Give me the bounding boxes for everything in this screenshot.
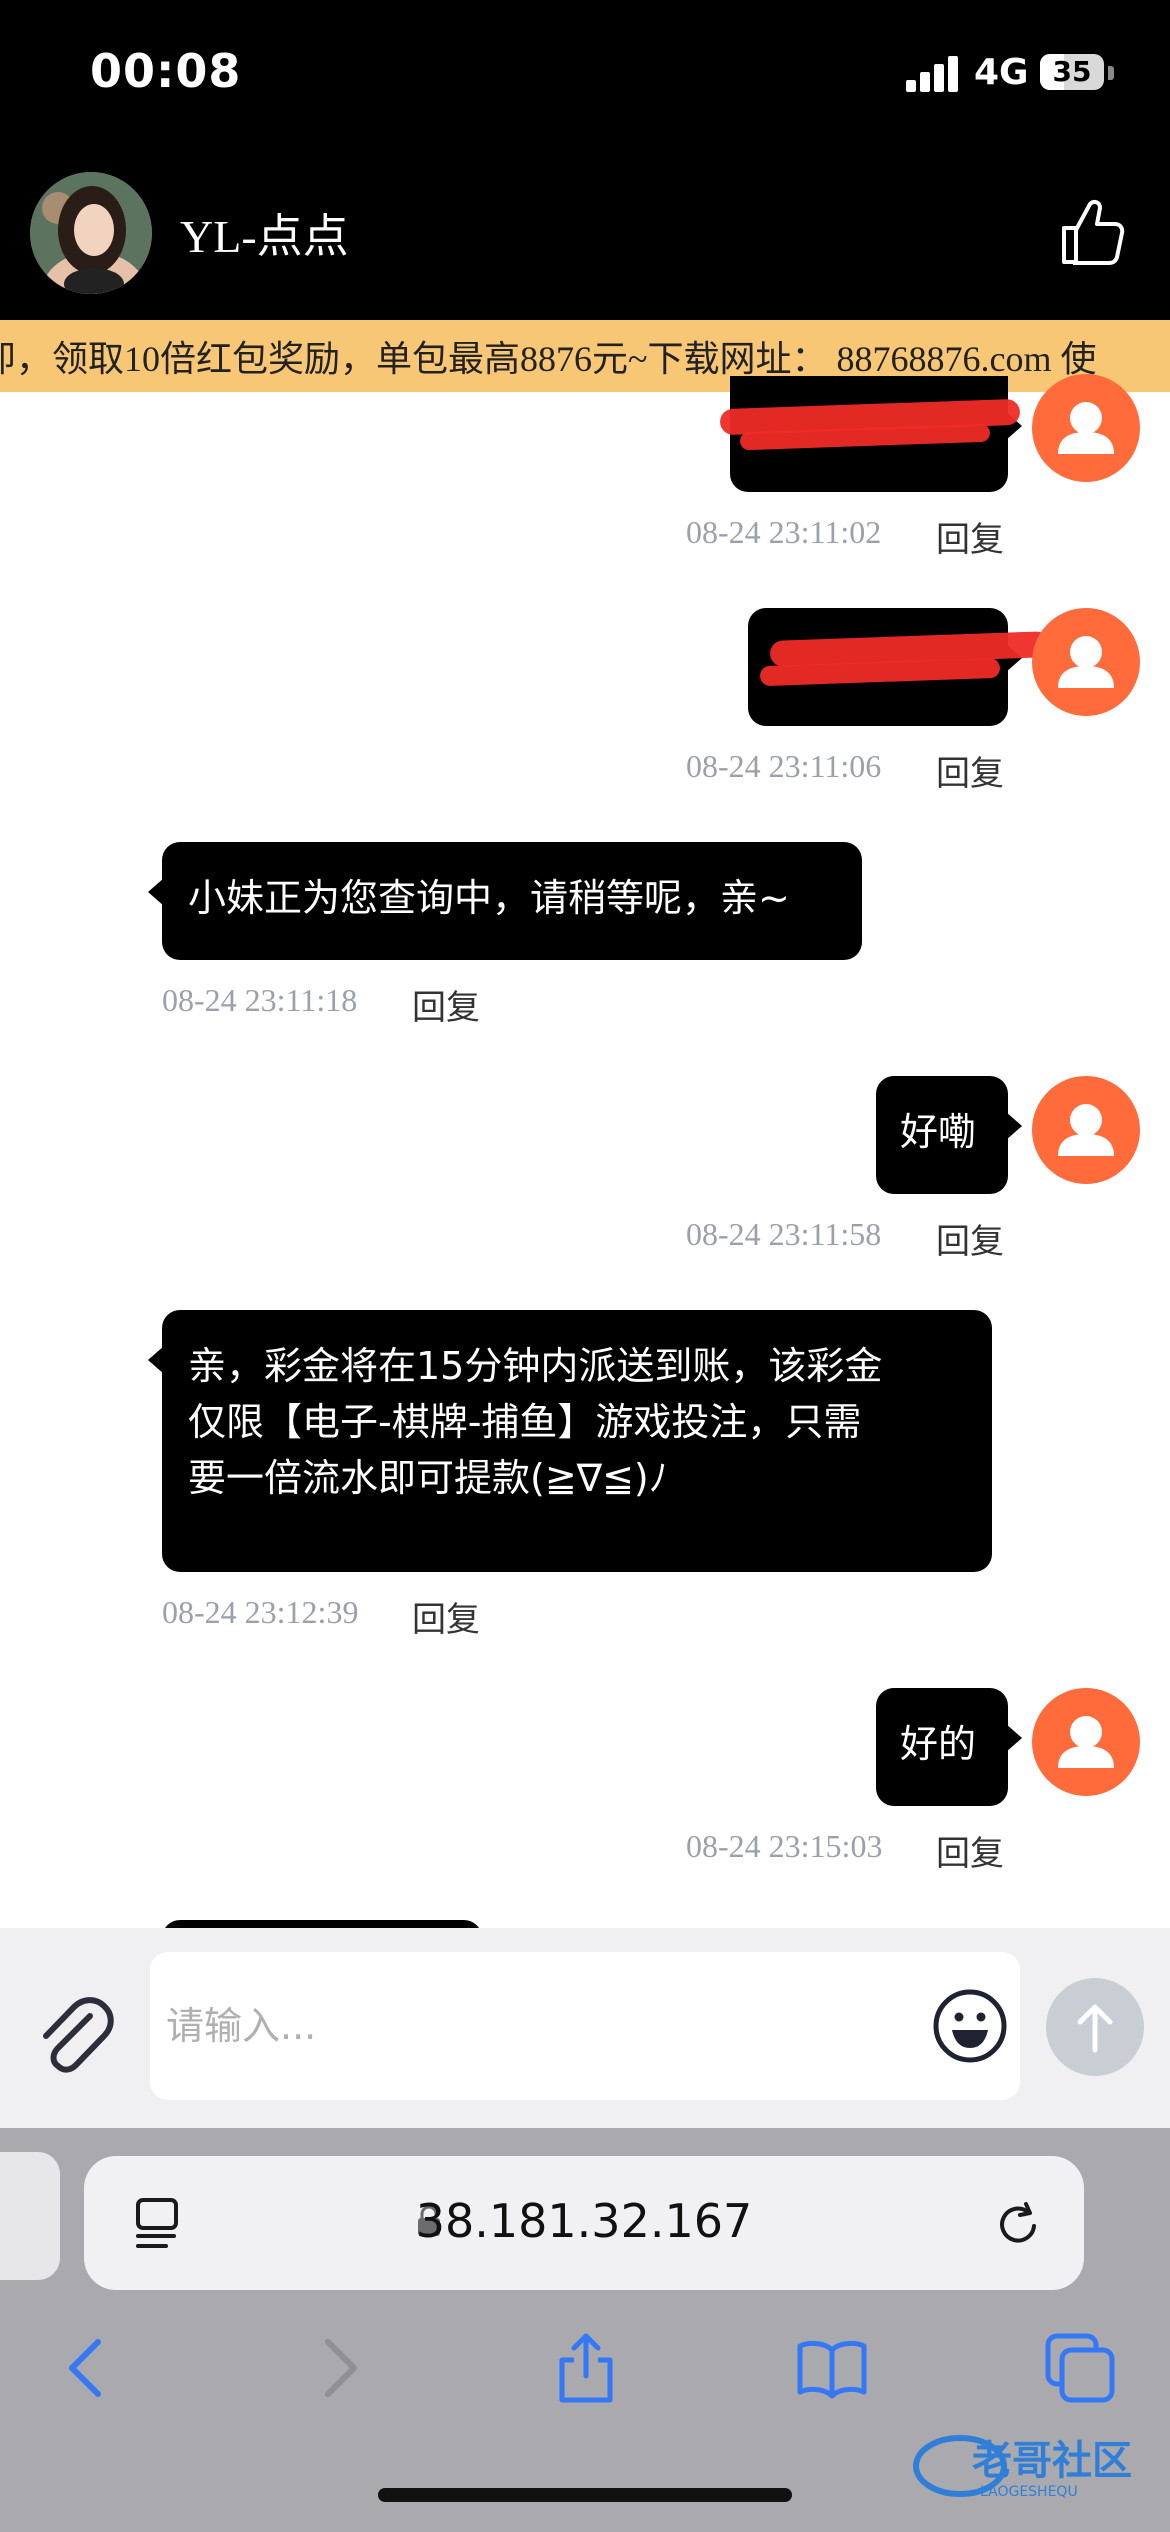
message-timestamp: 08-24 23:11:58: [686, 1216, 882, 1252]
url-text: 38.181.32.167: [415, 2194, 753, 2248]
signal-icon: [906, 56, 960, 92]
forward-icon[interactable]: [298, 2328, 378, 2408]
message-timestamp: 08-24 23:11:06: [686, 748, 882, 784]
message-timestamp: 08-24 23:12:39: [162, 1594, 359, 1630]
watermark-logo: 老哥社区 LAOGESHEQU: [913, 2435, 1132, 2500]
tabs-icon[interactable]: [1040, 2328, 1120, 2408]
battery-level: 35: [1052, 55, 1092, 88]
send-arrow-icon: [1077, 2004, 1113, 2053]
battery-tip: [1108, 66, 1114, 80]
message-timestamp: 08-24 23:11:18: [162, 982, 358, 1018]
message-input[interactable]: [150, 1952, 1020, 2100]
share-icon[interactable]: [546, 2328, 626, 2408]
message-line: 要一倍流水即可提款(≧∇≦)ﾉ: [188, 1456, 668, 1500]
composer-bar: [0, 1928, 1170, 2128]
contact-avatar[interactable]: [30, 172, 152, 294]
chat-header: YL-点点: [0, 150, 1170, 320]
reply-link[interactable]: 回复: [936, 1214, 1004, 1263]
user-avatar-icon: [1032, 1076, 1140, 1184]
message-bubble: 好嘞: [876, 1076, 1022, 1194]
status-time: 00:08: [90, 44, 242, 98]
watermark-text: 老哥社区: [972, 2438, 1132, 2484]
watermark-subtext: LAOGESHEQU: [980, 2484, 1078, 2500]
back-icon[interactable]: [48, 2328, 128, 2408]
thumbs-up-icon[interactable]: [1058, 196, 1126, 268]
attachment-icon[interactable]: [32, 1992, 120, 2080]
status-bar: 00:08 4G 35: [0, 0, 1170, 150]
user-avatar-icon: [1032, 1688, 1140, 1796]
home-indicator: [378, 2488, 792, 2502]
bookmarks-icon[interactable]: [792, 2328, 872, 2408]
battery-icon: 35: [1040, 54, 1104, 90]
user-avatar-icon: [1032, 374, 1140, 482]
message-line: 亲，彩金将在15分钟内派送到账，该彩金: [188, 1344, 883, 1388]
message-bubble: 好的: [876, 1688, 1022, 1806]
previous-tab-peek[interactable]: [0, 2152, 60, 2280]
message-text: 好嘞: [900, 1110, 977, 1154]
message-timestamp: 08-24 23:15:03: [686, 1828, 883, 1864]
announcement-text: 即，领取10倍红包奖励，单包最高8876元~下载网址： 88768876.com…: [0, 339, 1097, 379]
reply-link[interactable]: 回复: [936, 1826, 1004, 1875]
address-bar[interactable]: 38.181.32.167: [84, 2156, 1084, 2290]
message-bubble: 小妹正为您查询中，请稍等呢，亲~: [148, 842, 862, 960]
chat-title: YL-点点: [180, 211, 349, 262]
reply-link[interactable]: 回复: [412, 980, 480, 1029]
reply-link[interactable]: 回复: [412, 1592, 480, 1641]
message-text: 小妹正为您查询中，请稍等呢，亲~: [188, 876, 790, 920]
message-timestamp: 08-24 23:11:02: [686, 514, 882, 550]
message-line: 仅限【电子-棋牌-捕鱼】游戏投注，只需: [188, 1400, 862, 1444]
network-type: 4G: [974, 52, 1029, 93]
message-text: 好的: [900, 1722, 977, 1766]
reply-link[interactable]: 回复: [936, 512, 1004, 561]
reply-link[interactable]: 回复: [936, 746, 1004, 795]
screen: 00:08 4G 35 YL-点点 即，领取10倍红包奖励，单包最高8876元~…: [0, 0, 1170, 2532]
message-bubble: 亲，彩金将在15分钟内派送到账，该彩金 仅限【电子-棋牌-捕鱼】游戏投注，只需 …: [148, 1310, 992, 1572]
reload-icon[interactable]: [992, 2196, 1048, 2252]
emoji-icon[interactable]: [930, 1986, 1010, 2066]
send-button[interactable]: [1046, 1978, 1144, 2076]
user-avatar-icon: [1032, 608, 1140, 716]
